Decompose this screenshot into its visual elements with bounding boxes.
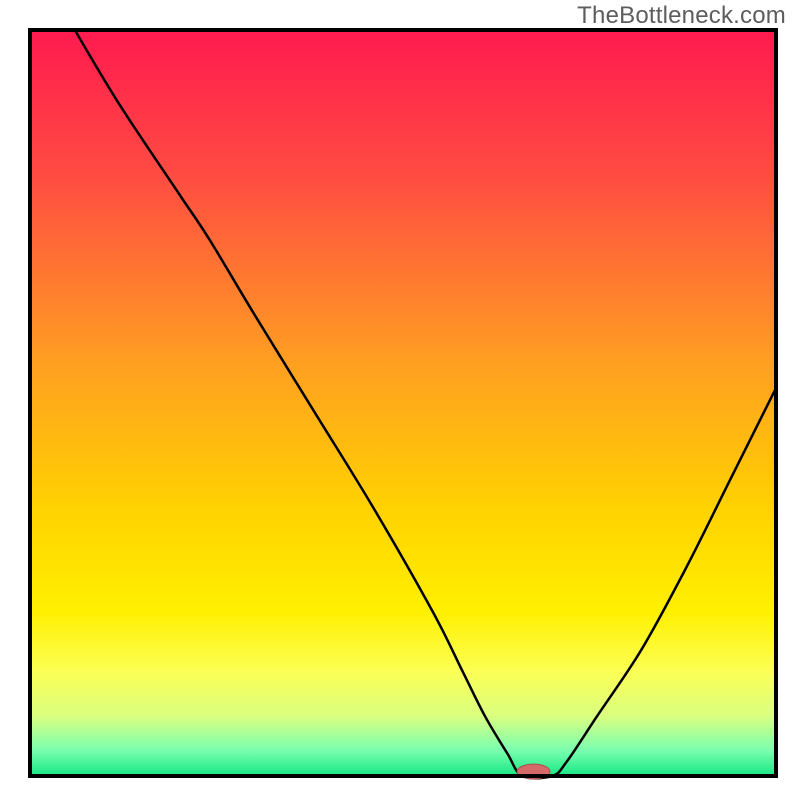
watermark-text: TheBottleneck.com [577,2,786,30]
chart-background [30,30,776,776]
bottleneck-chart [0,0,800,800]
